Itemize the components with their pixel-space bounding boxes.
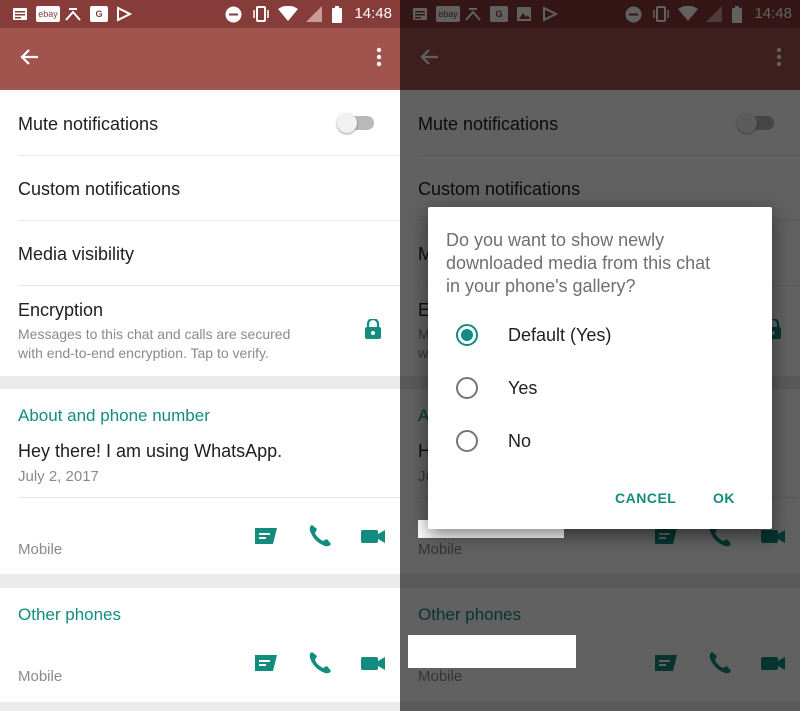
more-options-icon[interactable] [374, 45, 384, 69]
notification-settings-card: Mute notifications Custom notifications … [0, 90, 400, 376]
video-call-icon[interactable] [360, 650, 386, 676]
status-time: 14:48 [354, 5, 392, 22]
radio-button[interactable] [456, 377, 478, 399]
message-icon[interactable] [253, 650, 279, 676]
media-visibility-label: Media visibility [18, 244, 135, 264]
mobile-label: Mobile [18, 541, 63, 558]
message-icon[interactable] [253, 523, 279, 549]
status-bar-scrim [400, 0, 800, 28]
media-visibility-dialog: Do you want to show newly downloaded med… [428, 207, 772, 529]
custom-notifications-label: Custom notifications [18, 179, 181, 199]
do-not-disturb-icon [225, 6, 242, 22]
about-status-row[interactable]: Hey there! I am using WhatsApp. July 2, … [18, 441, 400, 486]
phone-call-icon[interactable] [307, 523, 333, 549]
cancel-button[interactable]: CANCEL [615, 490, 676, 506]
dialog-question: Do you want to show newly downloaded med… [446, 229, 762, 298]
screenshot-comparison: ebay G 14:48 Mute notifications Custom n… [0, 0, 800, 711]
ok-button[interactable]: OK [713, 490, 735, 506]
battery-icon [332, 5, 342, 23]
about-date: July 2, 2017 [18, 468, 99, 485]
video-call-icon[interactable] [360, 523, 386, 549]
encryption-subtitle-1: Messages to this chat and calls are secu… [18, 326, 291, 342]
other-phones-header-row: Other phones [18, 605, 400, 625]
tool-icon [64, 6, 82, 22]
toggle-thumb [337, 113, 357, 133]
mobile-row[interactable]: Mobile [18, 541, 400, 559]
radio-label-yes[interactable]: Yes [508, 378, 537, 399]
radio-button[interactable] [456, 430, 478, 452]
status-bar: ebay G 14:48 [0, 0, 400, 28]
mobile-label: Mobile [18, 668, 63, 685]
wifi-icon [278, 6, 298, 22]
radio-button-selected[interactable] [456, 324, 478, 346]
about-section-header: About and phone number [18, 406, 210, 425]
encryption-row[interactable]: Encryption Messages to this chat and cal… [18, 300, 400, 363]
radio-label-default[interactable]: Default (Yes) [508, 325, 611, 346]
back-arrow-icon[interactable] [18, 45, 42, 69]
about-status-text: Hey there! I am using WhatsApp. [18, 441, 283, 461]
contact-settings-screen: ebay G 14:48 Mute notifications Custom n… [0, 0, 400, 711]
vibrate-icon [252, 6, 270, 22]
news-icon [12, 6, 28, 22]
other-phones-header: Other phones [18, 605, 122, 624]
divider [18, 285, 400, 286]
radio-label-no[interactable]: No [508, 431, 531, 452]
encryption-subtitle-2: with end-to-end encryption. Tap to verif… [18, 345, 269, 361]
lock-icon [364, 317, 382, 344]
contact-settings-screen-with-dialog: ebay G [400, 0, 800, 711]
signal-icon [306, 6, 322, 22]
redaction-block [408, 635, 576, 668]
media-visibility-row[interactable]: Media visibility [18, 244, 400, 265]
dialog-question-line-1: Do you want to show newly [446, 230, 665, 250]
g-icon: G [90, 6, 108, 22]
flag-icon [116, 6, 132, 22]
other-phones-card: Other phones Mobile [0, 588, 400, 702]
dialog-question-line-3: in your phone's gallery? [446, 276, 636, 296]
other-mobile-row[interactable]: Mobile [18, 668, 400, 686]
mute-notifications-label: Mute notifications [18, 114, 159, 134]
about-card: About and phone number Hey there! I am u… [0, 389, 400, 574]
divider [18, 155, 400, 156]
encryption-title: Encryption [18, 300, 104, 320]
about-header-row: About and phone number [18, 406, 400, 426]
divider [18, 220, 400, 221]
ebay-icon: ebay [36, 6, 60, 22]
phone-call-icon[interactable] [307, 650, 333, 676]
divider [18, 497, 400, 498]
custom-notifications-row[interactable]: Custom notifications [18, 179, 400, 200]
dialog-question-line-2: downloaded media from this chat [446, 253, 711, 273]
toolbar [0, 28, 400, 90]
